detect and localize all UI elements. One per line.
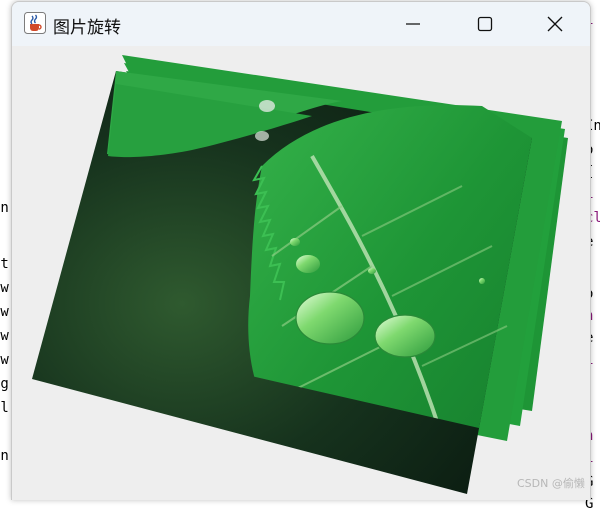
rotated-photo-canvas <box>32 55 568 494</box>
minimize-button[interactable] <box>390 2 436 46</box>
close-icon <box>547 16 563 32</box>
minimize-icon <box>406 23 420 25</box>
window-titlebar[interactable]: 图片旋转 <box>12 2 590 46</box>
java-coffee-cup-icon[interactable] <box>24 12 46 34</box>
csdn-watermark: CSDN @偷懒 <box>517 477 585 490</box>
maximize-icon <box>477 16 493 32</box>
window-title: 图片旋转 <box>53 18 121 38</box>
maximize-button[interactable] <box>462 2 508 46</box>
photo-frame-front <box>32 71 532 494</box>
canvas-panel <box>12 46 590 500</box>
close-button[interactable] <box>532 2 578 46</box>
image-rotate-window: 图片旋转 <box>11 1 591 500</box>
